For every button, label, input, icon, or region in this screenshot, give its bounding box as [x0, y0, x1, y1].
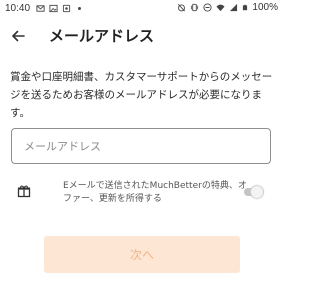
arrow-left-icon	[12, 30, 25, 42]
app-bar: メールアドレス	[0, 17, 283, 55]
battery-level: 100%	[252, 2, 278, 13]
page-title: メールアドレス	[49, 27, 155, 45]
status-time: 10:40	[5, 3, 31, 14]
status-left-icons	[36, 4, 84, 13]
marketing-optin-toggle[interactable]	[244, 186, 266, 198]
mail-icon	[36, 5, 45, 12]
email-field[interactable]	[11, 128, 271, 164]
gift-icon	[17, 185, 31, 198]
notification-icon	[62, 4, 71, 13]
vibrate-icon	[191, 3, 199, 12]
wifi-icon	[216, 4, 225, 12]
minus-circle-icon	[203, 3, 212, 12]
email-input[interactable]	[22, 138, 260, 154]
optin-label: Eメールで送信されたMuchBetterの特典、オファー、更新を所得する	[63, 181, 247, 204]
toggle-knob	[251, 186, 263, 198]
back-button[interactable]	[9, 27, 27, 45]
signal-icon	[230, 3, 238, 12]
battery-icon	[243, 4, 248, 11]
alarm-off-icon	[178, 4, 186, 12]
status-right: 100%	[177, 2, 278, 13]
description-text: 賞金や口座明細書、カスタマーサポートからのメッセージを送るためお客様のメールアド…	[10, 71, 273, 119]
marketing-optin-row: Eメールで送信されたMuchBetterの特典、オファー、更新を所得する	[17, 180, 272, 208]
image-icon	[49, 4, 58, 13]
dot-icon	[78, 7, 81, 10]
next-button[interactable]: 次へ	[44, 236, 240, 273]
status-bar: 10:40 100%	[0, 0, 283, 17]
